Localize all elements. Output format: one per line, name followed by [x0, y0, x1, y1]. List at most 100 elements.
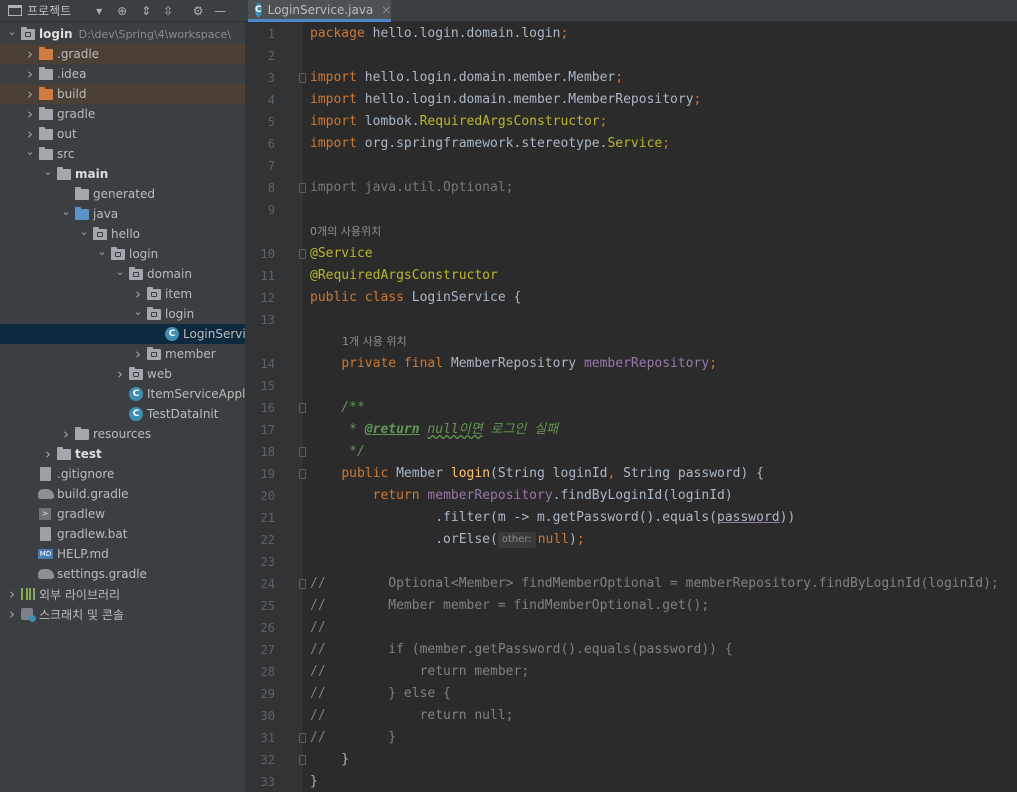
tree-item[interactable]: C ItemServiceApplic — [0, 384, 245, 404]
tree-item[interactable]: settings.gradle — [0, 564, 245, 584]
line-number[interactable]: 32 — [245, 749, 275, 771]
line-number[interactable]: 21 — [245, 507, 275, 529]
chevron-right-icon[interactable]: › — [22, 65, 38, 83]
code-line[interactable]: import java.util.Optional; — [310, 177, 514, 199]
line-number[interactable]: 18 — [245, 441, 275, 463]
fold-marker-icon[interactable] — [297, 733, 306, 743]
chevron-right-icon[interactable]: › — [22, 85, 38, 103]
tree-item[interactable]: › member — [0, 344, 245, 364]
code-line[interactable]: private final MemberRepository memberRep… — [310, 353, 717, 375]
code-line[interactable]: .orElse(other: null); — [310, 529, 585, 551]
line-number[interactable]: 27 — [245, 639, 275, 661]
code-line[interactable]: // Optional<Member> findMemberOptional =… — [310, 573, 999, 595]
project-panel-title[interactable]: 프로젝트 — [27, 2, 71, 19]
tree-item[interactable]: › .idea — [0, 64, 245, 84]
line-number[interactable]: 10 — [245, 243, 275, 265]
line-number[interactable]: 25 — [245, 595, 275, 617]
line-number[interactable]: 17 — [245, 419, 275, 441]
tree-item[interactable]: ⌄ login — [0, 304, 245, 324]
line-number[interactable]: 8 — [245, 177, 275, 199]
code-line[interactable]: .filter(m -> m.getPassword().equals(pass… — [310, 507, 795, 529]
line-number[interactable]: 9 — [245, 199, 275, 221]
line-number[interactable]: 15 — [245, 375, 275, 397]
fold-marker-icon[interactable] — [297, 755, 306, 765]
fold-marker-icon[interactable] — [297, 447, 306, 457]
chevron-right-icon[interactable]: › — [112, 365, 128, 383]
tree-item[interactable]: > gradlew — [0, 504, 245, 524]
tree-item[interactable]: ⌄ main — [0, 164, 245, 184]
code-line[interactable]: import lombok.RequiredArgsConstructor; — [310, 111, 607, 133]
chevron-right-icon[interactable]: › — [4, 605, 20, 623]
code-line[interactable]: /** — [310, 397, 365, 419]
tree-item[interactable]: › gradle — [0, 104, 245, 124]
chevron-right-icon[interactable]: › — [4, 585, 20, 603]
chevron-down-icon[interactable]: ⌄ — [58, 205, 74, 218]
line-number[interactable]: 3 — [245, 67, 275, 89]
tree-item[interactable]: ⌄ login D:\dev\Spring\4\workspace\ — [0, 24, 245, 44]
tree-item[interactable]: build.gradle — [0, 484, 245, 504]
tree-item[interactable]: › resources — [0, 424, 245, 444]
chevron-down-icon[interactable]: ⌄ — [130, 305, 146, 318]
tree-item[interactable]: ⌄ login — [0, 244, 245, 264]
code-line[interactable]: // } — [310, 727, 396, 749]
fold-marker-icon[interactable] — [297, 469, 306, 479]
line-number[interactable]: 4 — [245, 89, 275, 111]
chevron-down-icon[interactable]: ⌄ — [112, 265, 128, 278]
fold-marker-icon[interactable] — [297, 183, 306, 193]
line-number[interactable]: 16 — [245, 397, 275, 419]
line-number[interactable]: 1 — [245, 23, 275, 45]
code-line[interactable]: // return member; — [310, 661, 529, 683]
line-number[interactable]: 5 — [245, 111, 275, 133]
tree-item[interactable]: › item — [0, 284, 245, 304]
code-line[interactable]: } — [310, 771, 318, 792]
tree-item[interactable]: ⌄ domain — [0, 264, 245, 284]
code-editor[interactable]: C LoginService.java × 1 package hello.log… — [245, 0, 1017, 792]
code-line[interactable]: package hello.login.domain.login; — [310, 23, 568, 45]
chevron-right-icon[interactable]: › — [130, 345, 146, 363]
code-line[interactable]: public class LoginService { — [310, 287, 521, 309]
tree-item[interactable]: › 스크래치 및 콘솔 — [0, 604, 245, 624]
code-line[interactable]: public Member login(String loginId, Stri… — [310, 463, 764, 485]
chevron-down-icon[interactable]: ⌄ — [40, 165, 56, 178]
usage-hint[interactable]: 0개의 사용위치 — [310, 221, 381, 243]
tree-item[interactable]: › test — [0, 444, 245, 464]
code-line[interactable]: return memberRepository.findByLoginId(lo… — [310, 485, 733, 507]
code-line[interactable]: */ — [310, 441, 365, 463]
fold-marker-icon[interactable] — [297, 73, 306, 83]
tree-item[interactable]: .gitignore — [0, 464, 245, 484]
line-number[interactable]: 33 — [245, 771, 275, 792]
line-number[interactable]: 24 — [245, 573, 275, 595]
code-line[interactable]: import hello.login.domain.member.MemberR… — [310, 89, 701, 111]
fold-marker-icon[interactable] — [297, 579, 306, 589]
tree-item[interactable]: ⌄ src — [0, 144, 245, 164]
code-line[interactable]: * @return null이면 로그인 실패 — [310, 419, 558, 441]
tree-item[interactable]: CLoginServic — [0, 324, 245, 344]
chevron-right-icon[interactable]: › — [22, 125, 38, 143]
tree-item[interactable]: › .gradle — [0, 44, 245, 64]
line-number[interactable]: 12 — [245, 287, 275, 309]
code-line[interactable]: import org.springframework.stereotype.Se… — [310, 133, 670, 155]
line-number[interactable]: 26 — [245, 617, 275, 639]
code-line[interactable]: @Service — [310, 243, 373, 265]
code-line[interactable]: import hello.login.domain.member.Member; — [310, 67, 623, 89]
tree-item[interactable]: › web — [0, 364, 245, 384]
close-tab-icon[interactable]: × — [381, 3, 391, 17]
code-line[interactable]: // return null; — [310, 705, 514, 727]
line-number[interactable]: 14 — [245, 353, 275, 375]
chevron-down-icon[interactable]: ⌄ — [4, 25, 20, 38]
tree-item[interactable]: MD HELP.md — [0, 544, 245, 564]
tree-item[interactable]: ⌄ hello — [0, 224, 245, 244]
tree-item[interactable]: › 외부 라이브러리 — [0, 584, 245, 604]
chevron-right-icon[interactable]: › — [40, 445, 56, 463]
tree-item[interactable]: › build — [0, 84, 245, 104]
line-number[interactable]: 7 — [245, 155, 275, 177]
chevron-down-icon[interactable]: ▾ — [91, 3, 107, 19]
chevron-right-icon[interactable]: › — [58, 425, 74, 443]
chevron-down-icon[interactable]: ⌄ — [22, 145, 38, 158]
tree-item[interactable]: › out — [0, 124, 245, 144]
code-line[interactable]: @RequiredArgsConstructor — [310, 265, 498, 287]
chevron-right-icon[interactable]: › — [22, 45, 38, 63]
line-number[interactable]: 28 — [245, 661, 275, 683]
line-number[interactable]: 29 — [245, 683, 275, 705]
line-number[interactable]: 22 — [245, 529, 275, 551]
